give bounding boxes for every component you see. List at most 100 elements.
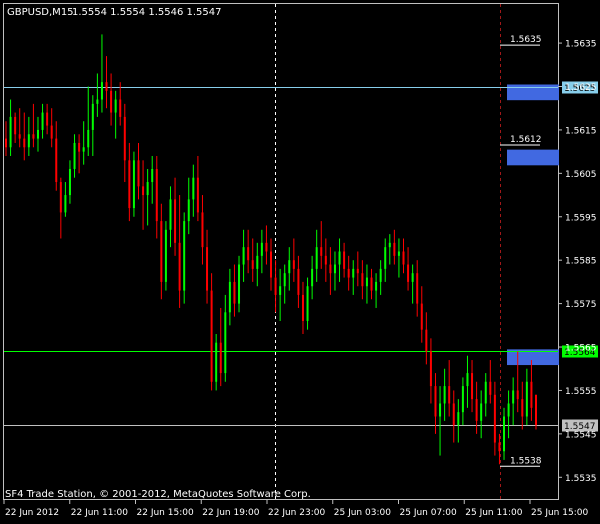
candle-body [297,268,300,295]
candle-body [397,251,400,256]
candle-body [301,294,304,321]
candle-body [224,312,227,374]
candle-body [347,268,350,278]
candle-body [36,129,39,139]
candle-body [507,403,510,417]
candle-body [512,390,515,404]
candle-body [274,277,277,295]
candle-body [407,264,410,282]
candle-body [155,169,158,222]
candle-body [210,290,213,382]
x-tick-label: 25 Jun 11:00 [465,508,522,518]
candle-body [471,373,474,400]
candle-body [91,103,94,130]
candle-body [132,160,135,209]
candle-body [59,182,62,213]
price-marker-label: 1.5538 [510,456,542,466]
candle-body [338,251,341,265]
candle-body [480,403,483,421]
candle-body [119,99,122,117]
candle-body [388,242,391,248]
candle-body [18,134,21,139]
y-tick-label: 1.5545 [565,430,597,440]
candle-body [110,90,113,113]
x-tick-label: 25 Jun 15:00 [531,508,588,518]
candle-body [128,160,131,209]
chart-frame[interactable]: 1.5625 1.5564 1.5547 1.5635 1.5612 1.5538 1.… [0,0,600,520]
candle-body [457,412,460,426]
price-marker-label: 1.5612 [510,135,542,145]
y-tick-label: 1.5595 [565,213,597,223]
candle-body [411,273,414,282]
candle-body [5,138,7,148]
x-tick-label: 25 Jun 07:00 [400,508,457,518]
candle-body [32,134,35,139]
candle-body [206,247,209,291]
candle-body [352,268,355,278]
candle-body [187,199,190,222]
candle-body [329,264,332,274]
candle-body [87,129,90,148]
candle-body [46,112,49,126]
candle-body [489,381,492,395]
candle-body [530,381,533,408]
y-tick-label: 1.5565 [565,344,597,354]
candle-body [503,416,506,452]
candle-body [535,394,537,426]
candle-body [498,442,501,452]
x-tick-label: 22 Jun 2012 [5,508,59,518]
candle-body [384,247,387,269]
candle-body [288,260,291,274]
candle-body [201,212,204,248]
candle-body [493,394,496,443]
x-tick-label: 22 Jun 23:00 [268,508,325,518]
candle-body [50,125,53,139]
candle-body [73,142,76,169]
candle-body [23,138,26,148]
candle-body [270,251,272,278]
candle-body [324,255,327,265]
candle-body [375,281,378,291]
candle-body [114,99,117,113]
candle-body [425,329,428,352]
candlestick-chart[interactable]: 1.56251.55641.5547 1.56351.56121.5538 1.… [0,0,600,520]
y-tick-label: 1.5575 [565,300,597,310]
candle-body [475,399,478,421]
candle-body [233,281,236,304]
candle-body [283,273,286,287]
candle-body [516,390,519,400]
candle-body [315,247,318,269]
candle-body [137,160,140,187]
candle-body [105,82,108,91]
candle-body [461,386,464,413]
candle-body [365,277,368,287]
candle-body [219,342,222,374]
candle-body [123,116,126,161]
y-tick-label: 1.5635 [565,40,597,50]
symbol-label: GBPUSD,M15 [7,7,74,18]
candle-body [174,199,177,243]
candle-body [169,199,172,230]
candle-body [238,264,241,304]
candle-body [343,251,346,269]
candle-body [279,286,282,295]
y-tick-label: 1.5535 [565,474,597,484]
candle-body [96,99,99,104]
candle-body [260,242,263,256]
candle-body [443,386,446,404]
candle-body [434,386,437,417]
candle-body [27,134,30,148]
candle-body [416,273,419,304]
candle-body [393,242,396,256]
y-tick-label: 1.5625 [565,83,597,93]
price-marker-label: 1.5635 [510,35,542,45]
candle-body [521,399,524,417]
candle-body [420,303,423,330]
candle-body [525,381,528,417]
candle-body [215,342,218,382]
candle-body [164,229,167,282]
copyright-text: SF4 Trade Station, © 2001-2012, MetaQuot… [5,489,311,500]
y-tick-label: 1.5585 [565,257,597,267]
ohlc-label: 1.5554 1.5554 1.5546 1.5547 [72,7,222,18]
candle-body [311,268,314,287]
